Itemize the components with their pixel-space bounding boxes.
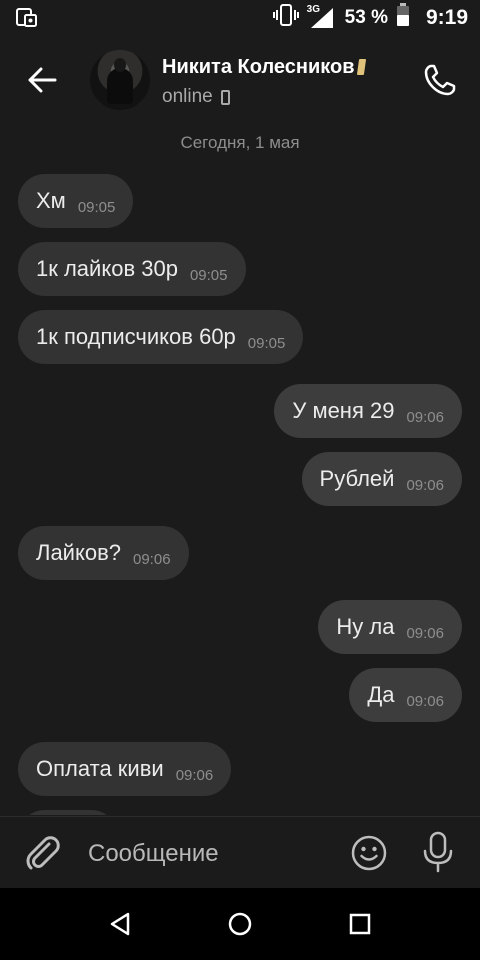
- message-time: 09:06: [406, 692, 444, 710]
- square-recents-icon: [349, 913, 371, 935]
- triangle-back-icon: [110, 912, 130, 936]
- smiley-icon: [351, 835, 387, 871]
- message-time: 09:05: [247, 334, 286, 352]
- message-text: Да: [367, 682, 395, 707]
- message-text: Лайков?: [36, 540, 121, 565]
- screen-cast-icon: [16, 8, 38, 34]
- online-status: online: [162, 86, 213, 107]
- message-outgoing[interactable]: Ну ла 09:06: [318, 600, 462, 654]
- message-time: 09:06: [406, 476, 444, 494]
- message-incoming[interactable]: Хм 09:05: [18, 174, 134, 228]
- nav-back-button[interactable]: [106, 910, 134, 938]
- date-separator: Сегодня, 1 мая: [180, 133, 300, 152]
- avatar[interactable]: [90, 50, 150, 110]
- message-outgoing[interactable]: Да 09:06: [349, 668, 462, 722]
- message-time: 09:05: [189, 266, 228, 284]
- message-time: 09:06: [406, 624, 444, 642]
- message-text: Хм: [36, 188, 66, 213]
- message-time: 09:06: [406, 408, 444, 426]
- message-outgoing[interactable]: У меня 29 09:06: [274, 384, 462, 438]
- message-composer: [0, 816, 480, 889]
- emoji-button[interactable]: [350, 834, 388, 872]
- circle-home-icon: [228, 912, 252, 936]
- attach-button[interactable]: [22, 833, 62, 873]
- battery-icon: [396, 3, 410, 33]
- message-incoming[interactable]: Лайков? 09:06: [18, 526, 189, 580]
- arrow-left-icon: [28, 67, 57, 93]
- battery-percent: 53 %: [344, 7, 388, 28]
- vibrate-icon: [272, 3, 299, 33]
- chat-screen: 3G 53 % 9:19 Никита Колесников online Се…: [0, 0, 480, 960]
- message-incoming[interactable]: 1к подписчиков 60р 09:05: [18, 310, 304, 364]
- call-button[interactable]: [420, 60, 460, 100]
- clock: 9:19: [425, 6, 468, 29]
- microphone-icon: [423, 831, 453, 873]
- voice-message-button[interactable]: [418, 831, 458, 873]
- system-nav-bar: [0, 888, 480, 960]
- nav-home-button[interactable]: [226, 910, 254, 938]
- signal-icon: 3G: [307, 4, 337, 30]
- message-text: Ну ла: [336, 614, 395, 639]
- message-incoming[interactable]: Оплата киви 09:06: [18, 742, 232, 796]
- back-button[interactable]: [20, 58, 64, 102]
- message-input[interactable]: [86, 831, 340, 877]
- message-text: Рублей: [319, 466, 395, 491]
- paperclip-icon: [26, 836, 60, 870]
- message-text: Оплата киви: [36, 756, 164, 781]
- status-bar: 3G 53 % 9:19: [0, 0, 480, 36]
- contact-name: Никита Колесников: [162, 56, 355, 78]
- message-text: У меня 29: [292, 398, 395, 423]
- message-incoming-partial[interactable]: [18, 810, 118, 815]
- name-badge-icon: [356, 59, 366, 75]
- message-time: 09:06: [175, 766, 214, 784]
- message-text: 1к подписчиков 60р: [36, 324, 236, 349]
- message-text: 1к лайков 30р: [36, 256, 178, 281]
- message-time: 09:06: [133, 550, 171, 568]
- message-list[interactable]: Хм 09:05 1к лайков 30р 09:05 1к подписчи…: [0, 160, 480, 815]
- contact-name-row[interactable]: Никита Колесников: [162, 56, 366, 79]
- phone-icon: [424, 64, 456, 96]
- chat-header: Никита Колесников online: [0, 36, 480, 126]
- message-incoming[interactable]: 1к лайков 30р 09:05: [18, 242, 246, 296]
- message-outgoing[interactable]: Рублей 09:06: [301, 452, 462, 506]
- contact-status: online: [162, 86, 230, 108]
- mobile-device-icon: [220, 89, 230, 105]
- message-time: 09:05: [77, 198, 116, 216]
- nav-recents-button[interactable]: [346, 910, 374, 938]
